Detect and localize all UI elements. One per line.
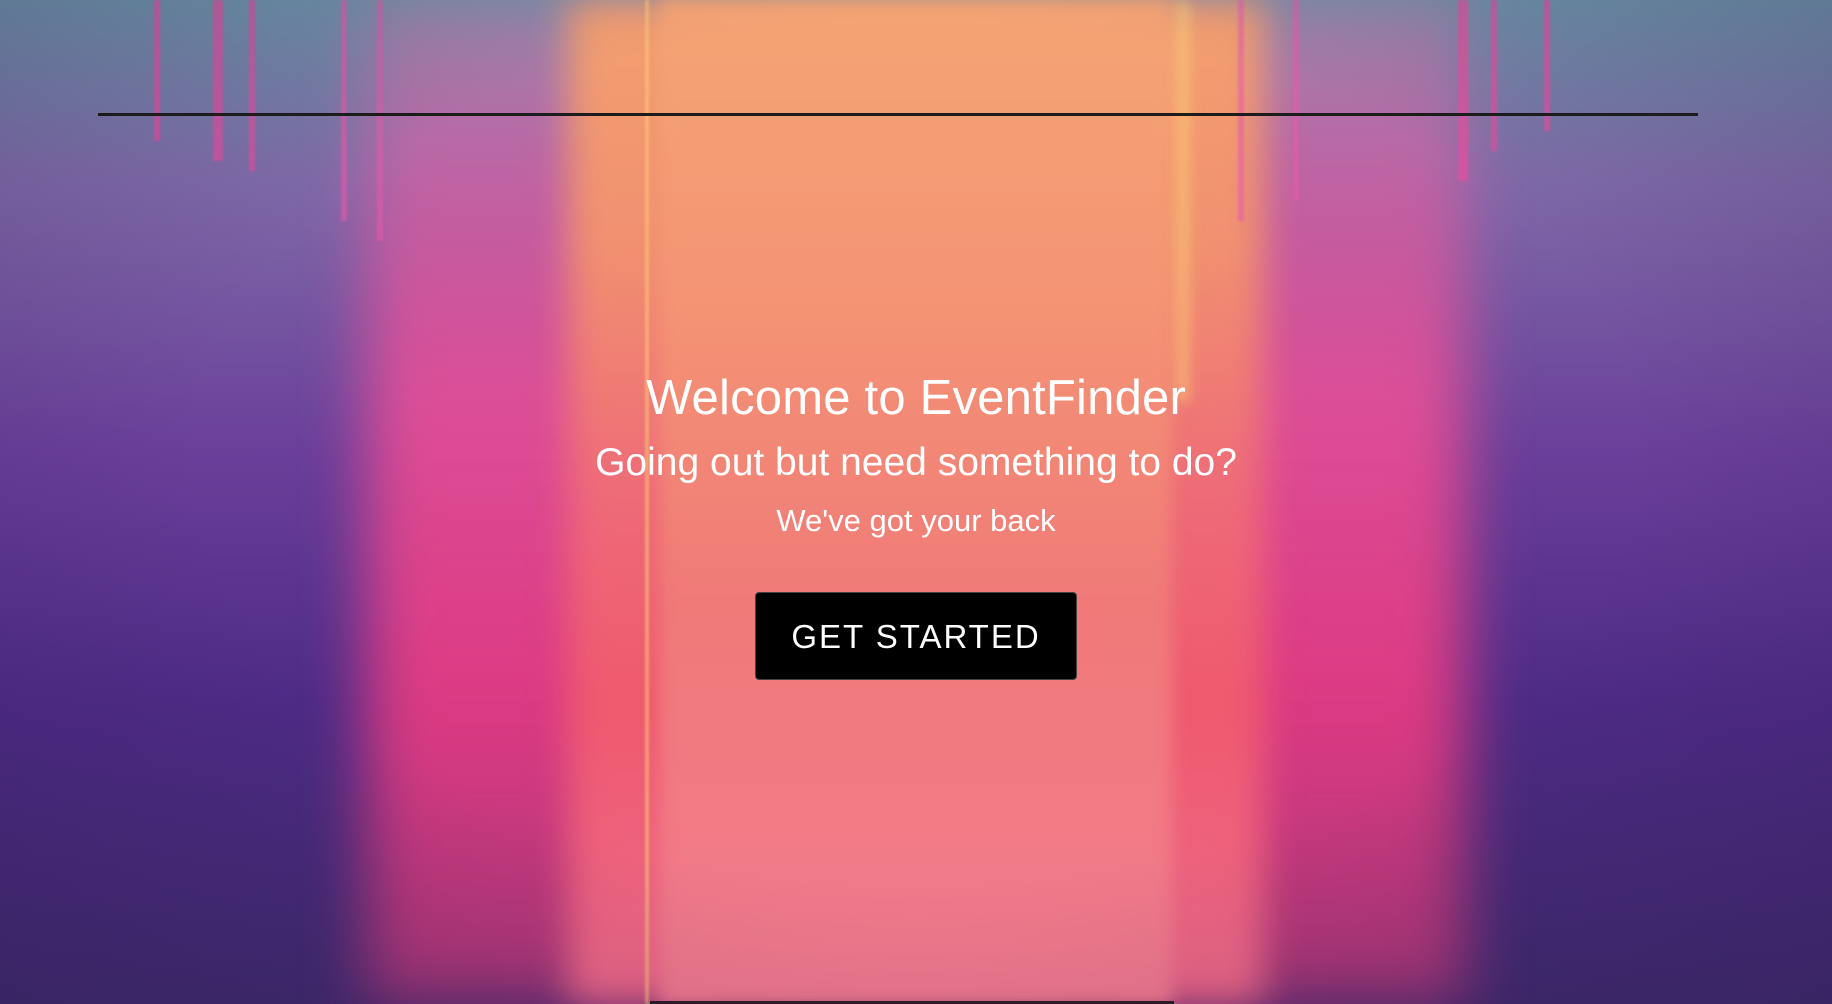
hero-title: Welcome to EventFinder [645, 371, 1186, 425]
hero-subtitle: Going out but need something to do? [595, 441, 1237, 484]
hero-tagline: We've got your back [776, 503, 1056, 538]
get-started-button[interactable]: GET STARTED [755, 592, 1077, 680]
hero-section: Welcome to EventFinder Going out but nee… [0, 366, 1832, 680]
header-divider [98, 113, 1698, 116]
